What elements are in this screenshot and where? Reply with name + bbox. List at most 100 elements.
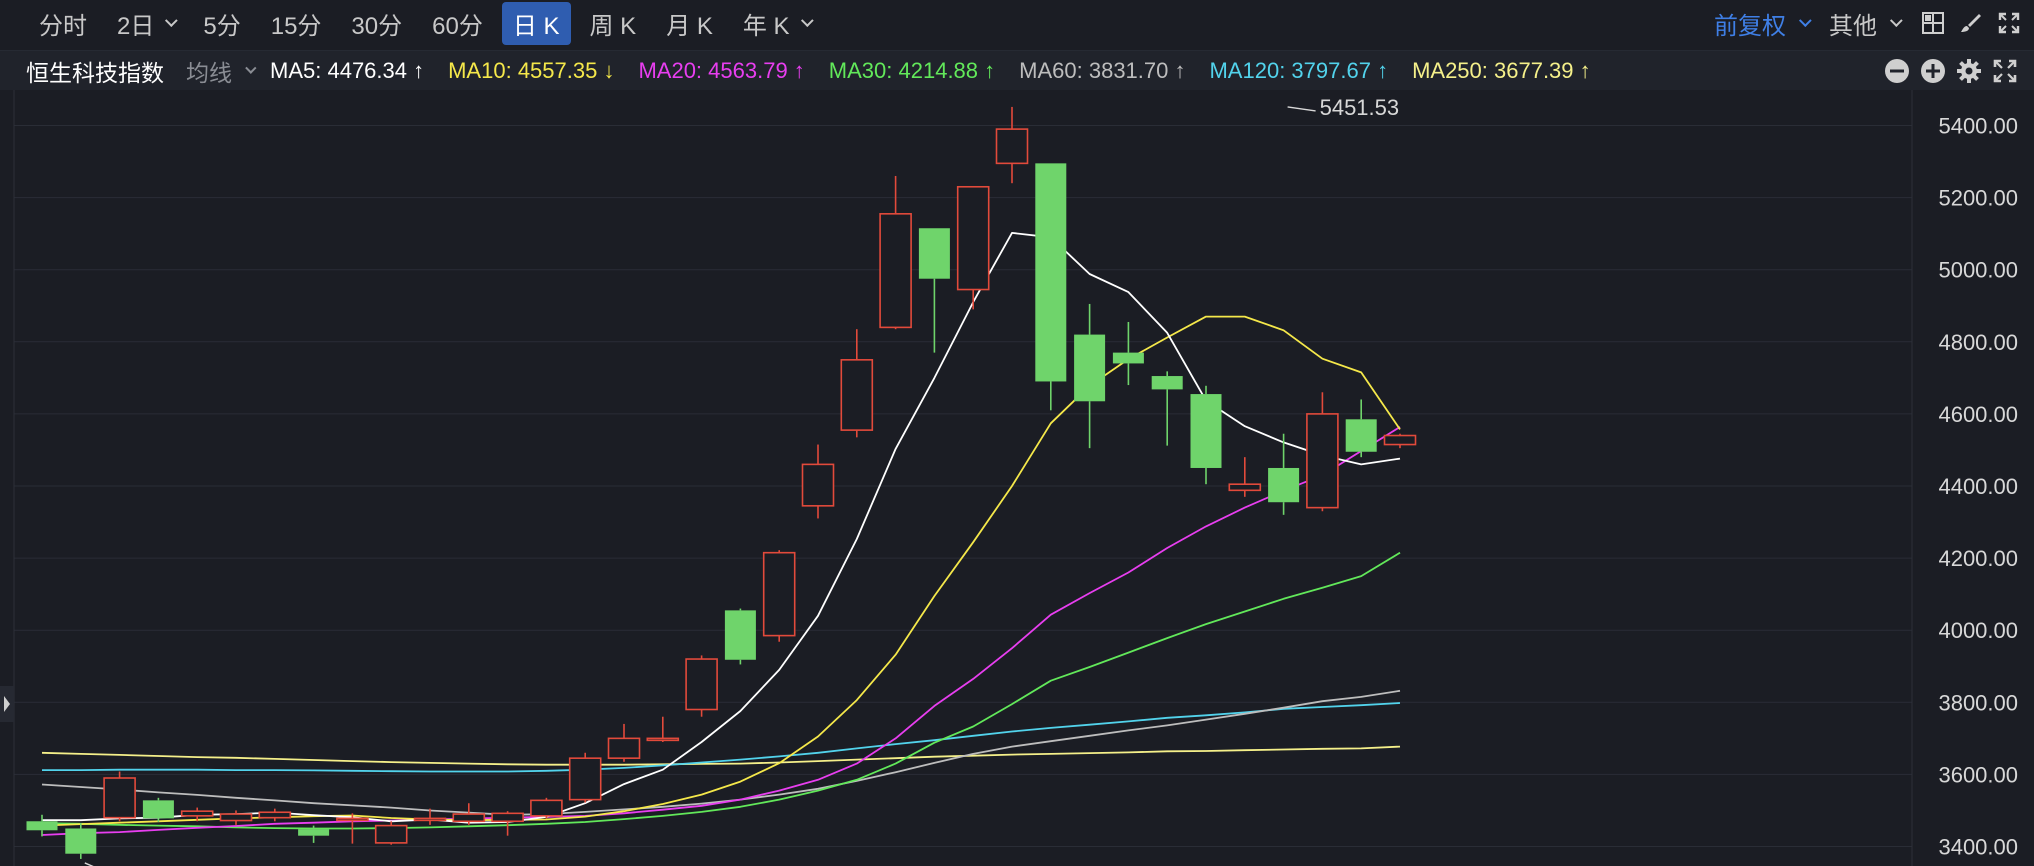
- candle-body: [607, 737, 641, 759]
- candle-body: [1151, 376, 1183, 390]
- layout-grid-icon[interactable]: [1920, 10, 1946, 36]
- ma-arrow: ↑: [984, 57, 996, 83]
- period-tab-6[interactable]: 日 K: [501, 1, 571, 45]
- ma-key: MA30:: [828, 57, 899, 83]
- period-tab-label: 30分: [351, 12, 403, 40]
- ma-legend-ma30: MA30: 4214.88 ↑: [829, 58, 995, 84]
- candle: [26, 814, 58, 837]
- candle: [762, 550, 796, 642]
- period-tab-0[interactable]: 分时: [28, 2, 98, 45]
- period-tab-4[interactable]: 30分: [340, 2, 413, 45]
- candle: [1228, 457, 1262, 497]
- ma-value: 4557.35: [517, 57, 604, 83]
- candle: [142, 797, 174, 822]
- candle-body: [995, 128, 1029, 165]
- candle-body: [685, 658, 718, 711]
- candle-body: [65, 828, 97, 854]
- ma-line-ma20: [41, 426, 1401, 836]
- side-panel-toggle[interactable]: [0, 686, 14, 722]
- candle-body: [26, 821, 58, 831]
- ma-key: MA120:: [1209, 57, 1292, 83]
- candle: [724, 608, 756, 665]
- y-tick-label: 4400.00: [1938, 474, 2018, 499]
- ma-legend-ma250: MA250: 3677.39 ↑: [1412, 58, 1591, 84]
- candle-body: [336, 817, 369, 822]
- period-tab-label: 月 K: [666, 12, 713, 40]
- candle: [219, 810, 253, 825]
- period-tab-3[interactable]: 15分: [260, 2, 333, 45]
- ma-key: MA60:: [1019, 57, 1089, 83]
- ma-legend-ma60: MA60: 3831.70 ↑: [1019, 58, 1185, 84]
- candle-body: [530, 799, 563, 817]
- fullscreen-icon[interactable]: [1996, 10, 2022, 36]
- expand-icon[interactable]: [1992, 58, 2018, 84]
- candle: [1035, 163, 1067, 411]
- zoom-out-icon[interactable]: [1884, 58, 1910, 84]
- period-tab-label: 60分: [432, 12, 483, 40]
- kline-chart-area[interactable]: 5400.00 5200.00 5000.00 4800.00 4600.00 4400.…: [0, 90, 2034, 866]
- chevron-down-icon: [800, 13, 814, 27]
- y-tick-label: 4600.00: [1938, 402, 2018, 427]
- candle: [65, 823, 97, 859]
- chevron-down-icon: [1798, 13, 1812, 27]
- candle-body: [724, 610, 756, 660]
- chevron-down-icon: [1889, 13, 1903, 27]
- chevron-down-icon: [245, 62, 257, 74]
- period-tab-label: 日 K: [512, 12, 560, 40]
- indicator-dropdown[interactable]: 均线: [186, 54, 257, 88]
- price-adjust-label: 前复权: [1714, 12, 1786, 40]
- kline-chart[interactable]: 5400.00 5200.00 5000.00 4800.00 4600.00 4400.…: [0, 90, 2034, 866]
- ma-legend-bar: 恒生科技指数 均线 MA5: 4476.34 ↑ MA10: 4557.35 ↓ M…: [0, 50, 2034, 90]
- candle-body: [1112, 352, 1144, 364]
- candle-body: [413, 817, 447, 822]
- candle: [491, 811, 524, 836]
- period-tab-label: 5分: [203, 12, 241, 40]
- other-label: 其他: [1829, 12, 1877, 40]
- price-adjust-dropdown[interactable]: 前复权: [1714, 6, 1812, 41]
- ma-value: 3677.39: [1494, 57, 1580, 83]
- ma-arrow: ↑: [1174, 57, 1186, 83]
- period-tab-7[interactable]: 周 K: [579, 2, 648, 45]
- candle-body: [568, 757, 602, 801]
- candle-body: [646, 737, 680, 742]
- candle-body: [1190, 394, 1222, 468]
- other-dropdown[interactable]: 其他: [1829, 6, 1903, 41]
- period-tab-9[interactable]: 年 K: [732, 2, 820, 45]
- y-tick-label: 4800.00: [1938, 330, 2018, 355]
- candle: [1112, 321, 1144, 386]
- max-price-pointer: [1287, 106, 1316, 112]
- y-tick-label: 3600.00: [1938, 762, 2018, 787]
- candle-body: [452, 813, 486, 823]
- candle-body: [180, 810, 214, 817]
- candle: [995, 106, 1029, 184]
- y-tick-label: 5400.00: [1938, 114, 2018, 139]
- candle-body: [918, 228, 950, 279]
- ma-key: MA10:: [448, 57, 518, 83]
- period-tab-1[interactable]: 2日: [106, 2, 184, 45]
- candle-body: [142, 800, 174, 819]
- period-tab-label: 周 K: [589, 12, 637, 40]
- candle-body: [103, 777, 136, 819]
- period-tab-2[interactable]: 5分: [192, 2, 251, 45]
- ma-key: MA250:: [1412, 57, 1494, 83]
- candle: [258, 808, 292, 822]
- candle-body: [491, 812, 524, 823]
- period-tab-label: 2日: [117, 12, 155, 40]
- period-tab-5[interactable]: 60分: [421, 2, 494, 45]
- period-toolbar: 分时 2日 5分 15分 30分 60分 日 K 周 K 月 K 年 K 前复权 其他: [0, 0, 2034, 46]
- y-tick-label: 4000.00: [1938, 618, 2018, 643]
- right-tools: 前复权 其他: [1714, 0, 2034, 46]
- period-tab-8[interactable]: 月 K: [655, 2, 724, 45]
- ma-value: 3831.70: [1088, 57, 1175, 83]
- candle: [685, 655, 718, 717]
- ma-legend-ma5: MA5: 4476.34 ↑: [270, 58, 424, 84]
- candle-body: [258, 811, 292, 819]
- ma-line-ma30: [41, 551, 1401, 830]
- draw-brush-icon[interactable]: [1958, 10, 1984, 36]
- candle-body: [801, 463, 835, 507]
- candle: [956, 185, 990, 310]
- zoom-in-icon[interactable]: [1920, 58, 1946, 84]
- ma-legend-ma120: MA120: 3797.67 ↑: [1209, 58, 1388, 84]
- ma-line-ma10: [41, 315, 1401, 827]
- settings-gear-icon[interactable]: [1956, 58, 1982, 84]
